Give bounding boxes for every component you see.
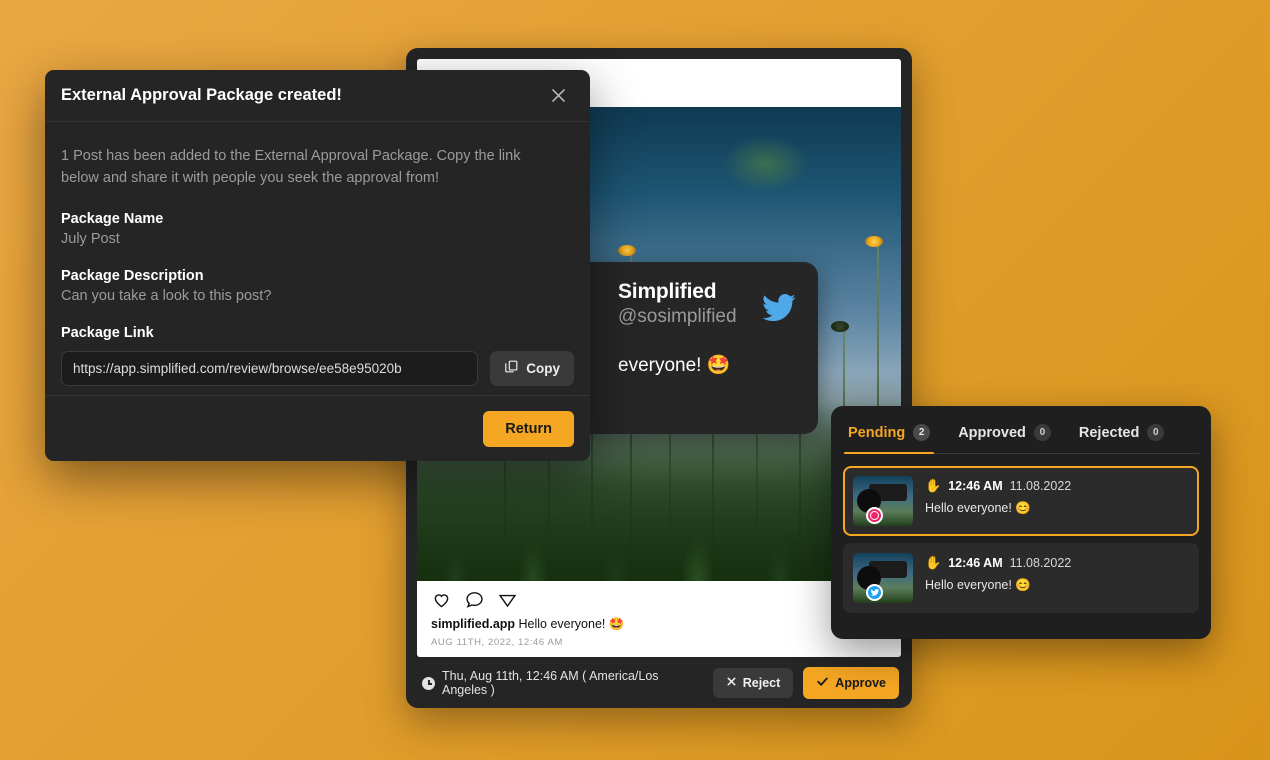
package-description-value: Can you take a look to this post? (61, 287, 272, 304)
external-approval-modal: External Approval Package created! 1 Pos… (45, 70, 590, 461)
tab-rejected-count: 0 (1147, 424, 1165, 441)
copy-icon (504, 359, 519, 377)
package-link-input[interactable] (61, 350, 479, 386)
list-item-date: 11.08.2022 (1009, 479, 1072, 493)
approval-tabs: Pending 2 Approved 0 Rejected 0 (843, 406, 1199, 454)
post-schedule-text: Thu, Aug 11th, 12:46 AM ( America/Los An… (442, 669, 659, 697)
close-icon[interactable] (545, 82, 572, 109)
modal-header: External Approval Package created! (45, 70, 590, 122)
modal-body: 1 Post has been added to the External Ap… (45, 122, 590, 395)
copy-button[interactable]: Copy (490, 350, 574, 386)
hand-icon: ✋ (925, 555, 942, 570)
clock-icon (422, 676, 435, 690)
reject-button-label: Reject (742, 676, 781, 690)
package-link-row: Copy (61, 350, 574, 386)
list-item[interactable]: ✋ 12:46 AM 11.08.2022 Hello everyone! 😊 (843, 543, 1199, 613)
tab-rejected[interactable]: Rejected 0 (1078, 424, 1165, 453)
list-item[interactable]: ✋ 12:46 AM 11.08.2022 Hello everyone! 😊 (843, 466, 1199, 536)
tab-approved[interactable]: Approved 0 (958, 424, 1051, 453)
package-name-label: Package Name (61, 210, 164, 227)
list-item-time: 12:46 AM (948, 479, 1003, 493)
tab-approved-label: Approved (958, 424, 1026, 441)
approve-button-label: Approve (835, 676, 886, 690)
copy-button-label: Copy (526, 360, 560, 376)
modal-description: 1 Post has been added to the External Ap… (61, 148, 521, 187)
package-link-label: Package Link (61, 324, 154, 341)
heart-icon[interactable] (431, 589, 452, 610)
tab-pending-count: 2 (913, 424, 931, 441)
approve-button[interactable]: Approve (803, 667, 899, 699)
reject-button[interactable]: Reject (712, 668, 794, 698)
tab-pending[interactable]: Pending 2 (843, 424, 935, 454)
post-author: simplified.app (431, 617, 516, 631)
tab-approved-count: 0 (1033, 424, 1051, 441)
list-item-date: 11.08.2022 (1009, 556, 1072, 570)
twitter-badge-icon (866, 584, 883, 601)
comment-icon[interactable] (464, 589, 485, 610)
approval-panel: Pending 2 Approved 0 Rejected 0 ✋ 12:46 … (831, 406, 1211, 639)
post-schedule: Thu, Aug 11th, 12:46 AM ( America/Los An… (422, 669, 703, 697)
post-date: AUG 11TH, 2022, 12:46 AM (431, 637, 563, 649)
tab-pending-label: Pending (848, 424, 906, 441)
share-icon[interactable] (497, 589, 518, 610)
post-caption: simplified.app Hello everyone! 🤩 (431, 616, 887, 632)
return-button[interactable]: Return (483, 410, 574, 447)
twitter-post-text: everyone! 🤩 (618, 355, 731, 376)
list-item-time: 12:46 AM (948, 556, 1003, 570)
x-icon (726, 676, 737, 690)
list-item-text: Hello everyone! 😊 (925, 578, 1031, 592)
post-thumbnail (853, 553, 913, 603)
post-caption-text: Hello everyone! 🤩 (515, 617, 625, 631)
check-icon (816, 675, 829, 691)
modal-title: External Approval Package created! (61, 86, 342, 104)
package-name-value: July Post (61, 230, 120, 247)
instagram-post-footer: simplified.app Hello everyone! 🤩 AUG 11T… (417, 581, 901, 657)
modal-footer: Return (45, 395, 590, 461)
post-action-bar: Thu, Aug 11th, 12:46 AM ( America/Los An… (406, 658, 912, 708)
list-item-text: Hello everyone! 😊 (925, 501, 1031, 515)
post-thumbnail (853, 476, 913, 526)
package-description-label: Package Description (61, 267, 204, 284)
instagram-action-icons (431, 589, 887, 610)
hand-icon: ✋ (925, 478, 942, 493)
approval-item-list: ✋ 12:46 AM 11.08.2022 Hello everyone! 😊 … (843, 454, 1199, 613)
tab-rejected-label: Rejected (1078, 424, 1140, 441)
instagram-badge-icon (866, 507, 883, 524)
twitter-bird-icon (758, 290, 800, 331)
